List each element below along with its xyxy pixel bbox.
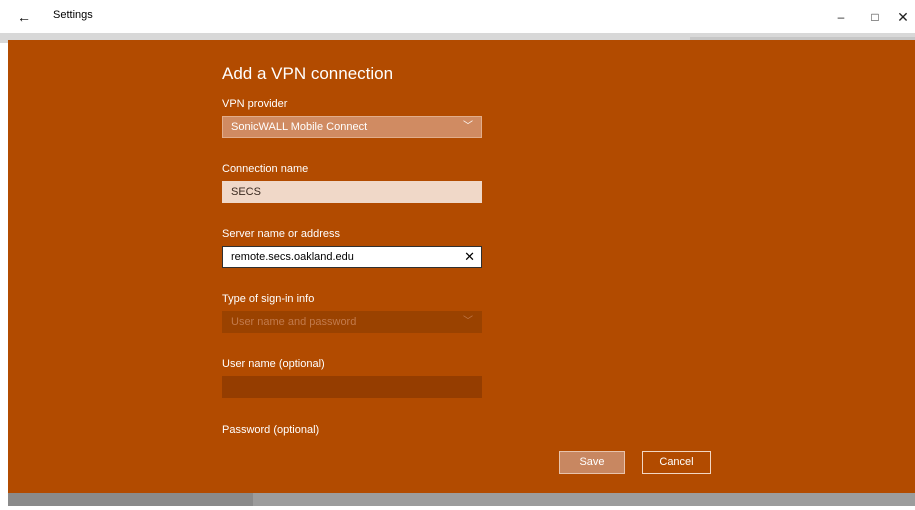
vpn-provider-value: SonicWALL Mobile Connect xyxy=(231,121,368,133)
server-address-value: remote.secs.oakland.edu xyxy=(231,251,354,263)
background-footer-segment xyxy=(8,493,253,506)
chevron-down-icon: ﹀ xyxy=(463,121,473,132)
sign-in-type-label: Type of sign-in info xyxy=(222,293,315,305)
server-address-label: Server name or address xyxy=(222,228,340,240)
close-icon[interactable]: ✕ xyxy=(888,6,915,28)
password-label: Password (optional) xyxy=(222,424,320,436)
chevron-down-icon: ﹀ xyxy=(463,316,473,327)
settings-window: ← Settings – □ ✕ Add a VPN connection VP… xyxy=(0,0,915,510)
sign-in-type-value: User name and password xyxy=(231,316,357,328)
app-title: Settings xyxy=(53,9,93,21)
title-bar: ← Settings – □ ✕ xyxy=(0,0,915,33)
connection-name-label: Connection name xyxy=(222,163,309,175)
maximize-icon[interactable]: □ xyxy=(860,6,890,28)
user-name-input[interactable] xyxy=(222,376,482,398)
back-arrow-icon[interactable]: ← xyxy=(14,7,34,27)
connection-name-value: SECS xyxy=(231,186,261,198)
vpn-provider-label: VPN provider xyxy=(222,98,288,110)
minimize-icon[interactable]: – xyxy=(826,6,856,28)
dialog-title: Add a VPN connection xyxy=(222,64,394,83)
clear-icon[interactable]: ✕ xyxy=(464,247,475,267)
connection-name-input[interactable]: SECS xyxy=(222,181,482,203)
vpn-provider-select[interactable]: SonicWALL Mobile Connect ﹀ xyxy=(222,116,482,138)
sign-in-type-select[interactable]: User name and password ﹀ xyxy=(222,311,482,333)
cancel-button[interactable]: Cancel xyxy=(642,451,711,474)
user-name-label: User name (optional) xyxy=(222,358,325,370)
server-address-input[interactable]: remote.secs.oakland.edu ✕ xyxy=(222,246,482,268)
save-button[interactable]: Save xyxy=(559,451,625,474)
vpn-dialog: Add a VPN connection VPN provider SonicW… xyxy=(8,40,915,493)
